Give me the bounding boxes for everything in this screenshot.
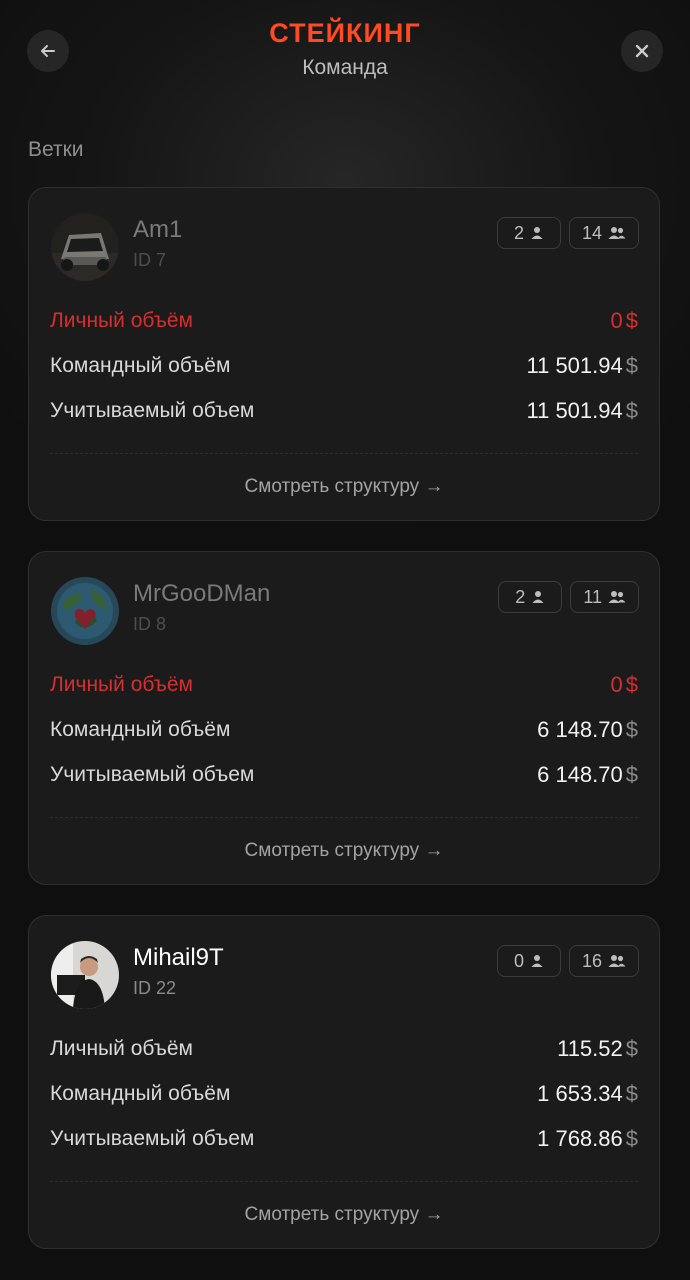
- counted-volume-row: Учитываемый объем 11 501.94 $: [50, 398, 638, 424]
- divider: [50, 817, 638, 818]
- header: СТЕЙКИНГ Команда: [0, 0, 690, 110]
- currency-symbol: $: [625, 1126, 638, 1151]
- team-volume-row: Командный объём 11 501.94 $: [50, 353, 638, 379]
- view-structure-link[interactable]: Смотреть структуру →: [29, 840, 659, 862]
- close-button[interactable]: [621, 30, 663, 72]
- personal-volume-label: Личный объём: [50, 1037, 193, 1060]
- team-volume-value: 6 148.70: [537, 717, 623, 742]
- currency-symbol: $: [625, 308, 638, 333]
- group-icon: [608, 590, 626, 604]
- currency-symbol: $: [625, 398, 638, 423]
- counted-volume-value: 1 768.86: [537, 1126, 623, 1151]
- team-members-badge: 11: [570, 581, 639, 613]
- team-members-badge: 16: [568, 945, 639, 977]
- group-icon: [608, 954, 626, 968]
- user-id: ID 22: [133, 978, 177, 998]
- section-label-branches: Ветки: [28, 138, 84, 161]
- direct-referrals-count: 2: [513, 222, 524, 243]
- team-volume-row: Командный объём 1 653.34 $: [50, 1081, 638, 1107]
- currency-symbol: $: [625, 762, 638, 787]
- direct-referrals-badge: 0: [496, 945, 561, 977]
- personal-volume-row: Личный объём 0 $: [50, 672, 638, 698]
- personal-volume-value: 0: [610, 672, 623, 697]
- direct-referrals-badge: 2: [496, 217, 561, 249]
- team-members-count: 11: [583, 586, 602, 607]
- divider: [50, 453, 638, 454]
- team-volume-label: Командный объём: [50, 354, 231, 377]
- branch-card: Mihail9T ID 22 0 16 Личный объём 115.52 $…: [28, 915, 660, 1249]
- currency-symbol: $: [625, 1081, 638, 1106]
- team-members-count: 14: [581, 222, 602, 243]
- close-icon: [635, 44, 649, 58]
- direct-referrals-count: 2: [515, 586, 526, 607]
- team-volume-value: 1 653.34: [537, 1081, 623, 1106]
- counted-volume-label: Учитываемый объем: [50, 763, 255, 786]
- team-volume-value: 11 501.94: [526, 353, 623, 378]
- divider: [50, 1181, 638, 1182]
- team-members-count: 16: [581, 950, 602, 971]
- avatar: [51, 577, 119, 645]
- view-structure-link[interactable]: Смотреть структуру →: [29, 476, 659, 498]
- counted-volume-row: Учитываемый объем 1 768.86 $: [50, 1126, 638, 1152]
- personal-volume-label: Личный объём: [50, 673, 193, 696]
- currency-symbol: $: [625, 1036, 638, 1061]
- branch-card: Am1 ID 7 2 14 Личный объём 0 $ Командный …: [28, 187, 660, 521]
- direct-referrals-count: 0: [513, 950, 524, 971]
- personal-volume-value: 115.52: [557, 1036, 623, 1061]
- direct-referrals-badge: 2: [498, 581, 563, 613]
- currency-symbol: $: [625, 672, 638, 697]
- counted-volume-value: 11 501.94: [526, 398, 623, 423]
- personal-volume-row: Личный объём 0 $: [50, 308, 638, 334]
- team-members-badge: 14: [568, 217, 639, 249]
- counted-volume-row: Учитываемый объем 6 148.70 $: [50, 762, 638, 788]
- person-icon: [530, 226, 544, 240]
- currency-symbol: $: [625, 353, 638, 378]
- user-name: Mihail9T: [133, 944, 224, 971]
- personal-volume-row: Личный объём 115.52 $: [50, 1036, 638, 1062]
- counted-volume-value: 6 148.70: [537, 762, 623, 787]
- page-subtitle: Команда: [302, 56, 388, 79]
- page-title: СТЕЙКИНГ: [269, 18, 421, 48]
- currency-symbol: $: [625, 717, 638, 742]
- avatar: [51, 213, 119, 281]
- user-id: ID 8: [133, 614, 167, 634]
- personal-volume-label: Личный объём: [50, 309, 193, 332]
- person-icon: [531, 590, 545, 604]
- branch-card: MrGooDMan ID 8 2 11 Личный объём 0 $ Кома…: [28, 551, 660, 885]
- user-id: ID 7: [133, 250, 167, 270]
- team-volume-label: Командный объём: [50, 1082, 231, 1105]
- user-name: Am1: [133, 216, 183, 243]
- avatar: [51, 941, 119, 1009]
- counted-volume-label: Учитываемый объем: [50, 399, 255, 422]
- view-structure-link[interactable]: Смотреть структуру →: [29, 1204, 659, 1226]
- person-icon: [530, 954, 544, 968]
- group-icon: [608, 226, 626, 240]
- personal-volume-value: 0: [610, 308, 623, 333]
- team-volume-row: Командный объём 6 148.70 $: [50, 717, 638, 743]
- user-name: MrGooDMan: [133, 580, 271, 607]
- counted-volume-label: Учитываемый объем: [50, 1127, 255, 1150]
- team-volume-label: Командный объём: [50, 718, 231, 741]
